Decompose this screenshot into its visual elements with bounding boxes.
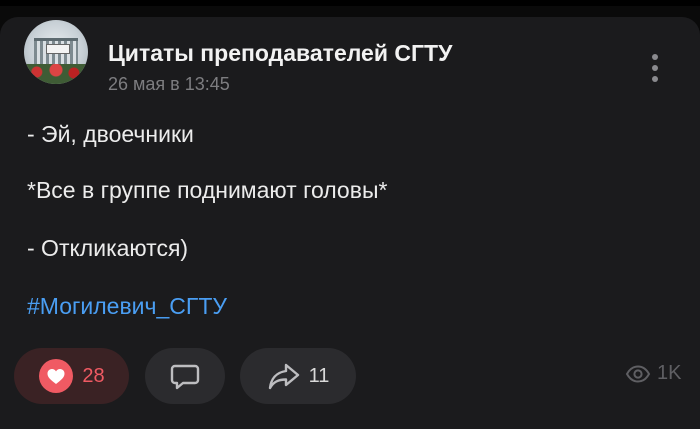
- more-dot: [652, 76, 658, 82]
- like-count: 28: [82, 364, 105, 387]
- like-button[interactable]: 28: [14, 348, 129, 404]
- views-count: 1K: [657, 362, 682, 384]
- hashtag-link[interactable]: #Могилевич_СГТУ: [27, 293, 227, 320]
- post-date[interactable]: 26 мая в 13:45: [108, 74, 230, 95]
- share-count: 11: [308, 364, 330, 387]
- group-name[interactable]: Цитаты преподавателей СГТУ: [108, 40, 452, 67]
- more-dot: [652, 65, 658, 71]
- heart-icon: [38, 358, 74, 394]
- post-text-line: *Все в группе поднимают головы*: [27, 177, 388, 203]
- eye-icon: [625, 364, 651, 383]
- top-edge: [0, 0, 700, 6]
- post-text-line: - Эй, двоечники: [27, 121, 194, 147]
- views-counter: 1K: [625, 362, 681, 385]
- share-icon: [267, 361, 301, 391]
- comment-icon: [168, 359, 202, 393]
- group-avatar[interactable]: [24, 20, 88, 84]
- more-vertical-icon[interactable]: [640, 50, 670, 86]
- share-button[interactable]: 11: [240, 348, 356, 404]
- avatar-flowers: [24, 64, 88, 84]
- avatar-sign: [46, 44, 70, 54]
- comment-button[interactable]: [145, 348, 225, 404]
- more-dot: [652, 54, 658, 60]
- post-text-line: - Откликаются): [27, 235, 189, 261]
